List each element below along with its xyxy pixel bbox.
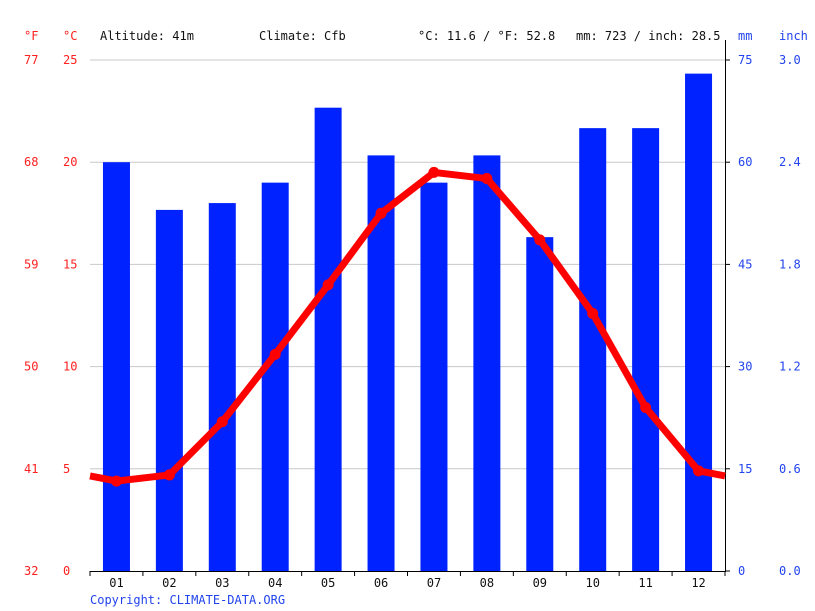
celsius-tick-label: 5 <box>63 462 70 476</box>
climate-label: Climate: Cfb <box>259 29 346 43</box>
temperature-point <box>428 166 440 178</box>
temperature-point <box>163 469 175 481</box>
inch-tick-label: 1.8 <box>779 257 801 271</box>
temperature-average-label: °C: 11.6 / °F: 52.8 <box>418 29 555 43</box>
temperature-point <box>534 234 546 246</box>
temperature-point <box>322 279 334 291</box>
fahrenheit-tick-label: 77 <box>24 53 38 67</box>
precipitation-bar <box>473 155 501 572</box>
temperature-line <box>89 166 726 487</box>
mm-tick-label: 0 <box>738 564 745 578</box>
altitude-label: Altitude: 41m <box>100 29 194 43</box>
temperature-line-path <box>89 168 726 485</box>
celsius-tick-label: 15 <box>63 257 77 271</box>
temperature-point <box>269 348 281 360</box>
precipitation-bars <box>102 73 713 572</box>
precipitation-bar <box>632 128 660 571</box>
copyright-link[interactable]: Copyright: CLIMATE-DATA.ORG <box>90 593 285 607</box>
x-tick-label: 05 <box>321 576 335 590</box>
axes <box>90 40 726 572</box>
fahrenheit-tick-label: 68 <box>24 155 38 169</box>
inch-tick-label: 1.2 <box>779 360 801 374</box>
fahrenheit-tick-label: 32 <box>24 564 38 578</box>
fahrenheit-unit-label: °F <box>24 29 38 43</box>
precipitation-bar <box>685 73 713 572</box>
precipitation-bar <box>261 182 289 571</box>
x-axis-ticks: 01 02 03 04 05 06 07 08 09 10 11 12 <box>89 571 726 590</box>
x-tick-label: 02 <box>162 576 176 590</box>
left-axis-labels: 32 0 41 5 50 10 59 15 68 20 77 25 <box>24 53 77 578</box>
mm-tick-label: 30 <box>738 360 752 374</box>
x-tick-label: 03 <box>215 576 229 590</box>
temperature-point <box>216 416 228 428</box>
x-tick-label: 09 <box>533 576 547 590</box>
precipitation-bar <box>579 128 607 571</box>
mm-tick-label: 60 <box>738 155 752 169</box>
mm-tick-label: 75 <box>738 53 752 67</box>
celsius-tick-label: 10 <box>63 360 77 374</box>
gridlines <box>90 59 725 470</box>
temperature-point <box>481 173 493 185</box>
inch-tick-label: 2.4 <box>779 155 801 169</box>
inch-tick-label: 0.6 <box>779 462 801 476</box>
x-tick-label: 12 <box>691 576 705 590</box>
temperature-point <box>110 475 122 487</box>
temperature-point <box>375 207 387 219</box>
celsius-tick-label: 0 <box>63 564 70 578</box>
precipitation-bar <box>208 203 236 571</box>
celsius-tick-label: 25 <box>63 53 77 67</box>
temperature-point <box>693 465 705 477</box>
fahrenheit-tick-label: 59 <box>24 257 38 271</box>
temperature-point <box>640 401 652 413</box>
precipitation-total-label: mm: 723 / inch: 28.5 <box>576 29 721 43</box>
precipitation-bar <box>420 182 448 571</box>
precipitation-bar <box>526 237 554 571</box>
precipitation-bar <box>102 162 130 571</box>
climate-chart: °F °C Altitude: 41m Climate: Cfb °C: 11.… <box>24 29 808 607</box>
x-tick-label: 07 <box>427 576 441 590</box>
fahrenheit-tick-label: 41 <box>24 462 38 476</box>
x-tick-label: 10 <box>585 576 599 590</box>
celsius-unit-label: °C <box>63 29 77 43</box>
precipitation-bar <box>314 107 342 572</box>
x-tick-label: 06 <box>374 576 388 590</box>
right-axis-labels: 0 0.0 15 0.6 30 1.2 45 1.8 60 2.4 75 3.0 <box>725 53 801 578</box>
celsius-tick-label: 20 <box>63 155 77 169</box>
mm-tick-label: 45 <box>738 257 752 271</box>
x-tick-label: 04 <box>268 576 282 590</box>
inch-tick-label: 0.0 <box>779 564 801 578</box>
inch-tick-label: 3.0 <box>779 53 801 67</box>
fahrenheit-tick-label: 50 <box>24 360 38 374</box>
precipitation-bar <box>155 209 183 572</box>
x-tick-label: 11 <box>638 576 652 590</box>
x-tick-label: 08 <box>480 576 494 590</box>
inch-unit-label: inch <box>779 29 808 43</box>
mm-unit-label: mm <box>738 29 752 43</box>
temperature-point <box>587 307 599 319</box>
x-tick-label: 01 <box>109 576 123 590</box>
mm-tick-label: 15 <box>738 462 752 476</box>
